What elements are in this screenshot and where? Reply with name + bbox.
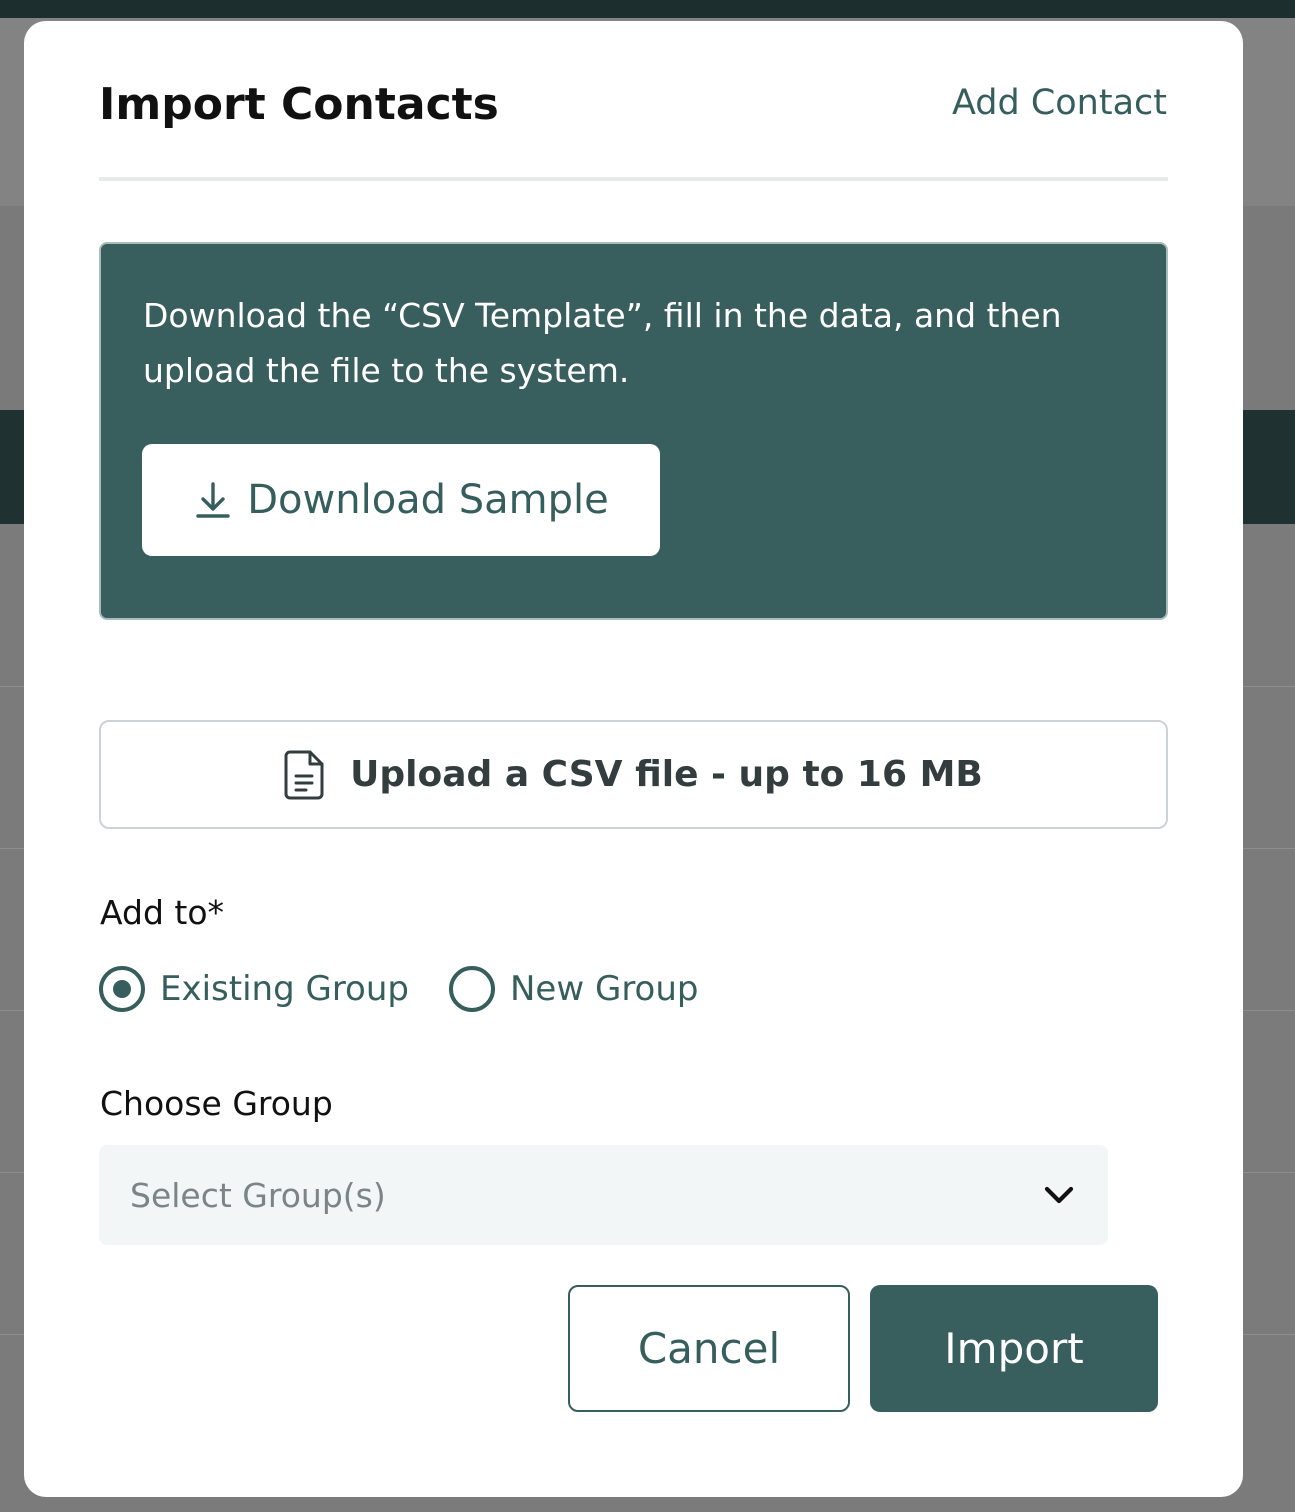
- header-divider: [99, 177, 1168, 181]
- chevron-down-icon: [1042, 1181, 1076, 1209]
- csv-template-panel: Download the “CSV Template”, fill in the…: [99, 242, 1168, 620]
- download-icon: [193, 480, 233, 520]
- import-contacts-modal: Import Contacts Add Contact Download the…: [24, 21, 1243, 1497]
- radio-existing-group[interactable]: Existing Group: [99, 966, 409, 1012]
- radio-new-group[interactable]: New Group: [449, 966, 698, 1012]
- download-sample-label: Download Sample: [247, 477, 609, 523]
- import-button[interactable]: Import: [870, 1285, 1158, 1412]
- radio-new-group-label: New Group: [510, 969, 699, 1009]
- group-select-placeholder: Select Group(s): [130, 1175, 386, 1215]
- cancel-button[interactable]: Cancel: [568, 1285, 850, 1412]
- radio-selected-indicator[interactable]: [99, 966, 145, 1012]
- group-select[interactable]: Select Group(s): [99, 1145, 1108, 1245]
- add-to-label: Add to*: [100, 893, 225, 932]
- background-app-header: [0, 0, 1295, 18]
- document-icon: [284, 748, 328, 802]
- add-contact-link[interactable]: Add Contact: [952, 83, 1167, 123]
- upload-label: Upload a CSV file - up to 16 MB: [350, 754, 983, 795]
- csv-upload-dropzone[interactable]: Upload a CSV file - up to 16 MB: [99, 720, 1168, 829]
- choose-group-label: Choose Group: [100, 1084, 333, 1123]
- add-to-radio-group: Existing Group New Group: [99, 965, 698, 1013]
- radio-unselected-indicator[interactable]: [449, 966, 495, 1012]
- radio-existing-group-label: Existing Group: [160, 969, 409, 1009]
- modal-title: Import Contacts: [99, 79, 499, 130]
- instructions-text: Download the “CSV Template”, fill in the…: [143, 296, 1062, 390]
- download-sample-button[interactable]: Download Sample: [142, 444, 660, 556]
